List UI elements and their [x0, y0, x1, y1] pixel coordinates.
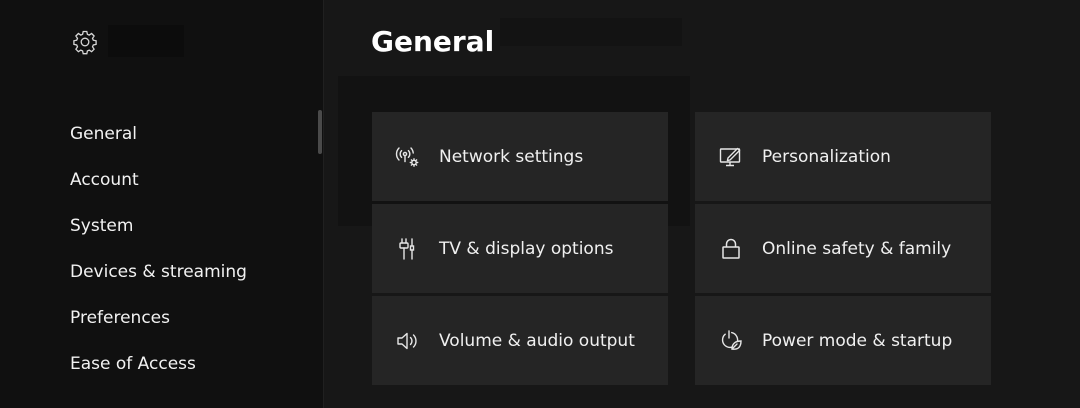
- power-leaf-icon: [717, 327, 745, 355]
- tile-volume-audio-output[interactable]: Volume & audio output: [372, 296, 668, 385]
- tile-label: Online safety & family: [762, 238, 952, 259]
- speaker-icon: [394, 327, 422, 355]
- tile-label: Personalization: [762, 146, 891, 167]
- tile-label: TV & display options: [439, 238, 614, 259]
- tile-personalization[interactable]: Personalization: [695, 112, 991, 201]
- tile-online-safety-family[interactable]: Online safety & family: [695, 204, 991, 293]
- tile-network-settings[interactable]: Network settings: [372, 112, 668, 201]
- sidebar: General Account System Devices & streami…: [0, 0, 324, 408]
- tile-label: Volume & audio output: [439, 330, 635, 351]
- lock-icon: [717, 235, 745, 263]
- tile-tv-display-options[interactable]: TV & display options: [372, 204, 668, 293]
- settings-screen: General Account System Devices & streami…: [0, 0, 1080, 408]
- personalization-icon: [717, 143, 745, 171]
- title-shadow: [500, 18, 682, 46]
- gear-icon: [72, 29, 98, 55]
- page-title: General: [371, 25, 495, 58]
- sidebar-item-general[interactable]: General: [70, 120, 137, 148]
- tile-label: Network settings: [439, 146, 584, 167]
- sidebar-item-preferences[interactable]: Preferences: [70, 304, 170, 332]
- hdmi-cable-icon: [394, 235, 422, 263]
- network-icon: [394, 143, 422, 171]
- sidebar-item-account[interactable]: Account: [70, 166, 139, 194]
- sidebar-item-devices-streaming[interactable]: Devices & streaming: [70, 258, 247, 286]
- sidebar-item-ease-of-access[interactable]: Ease of Access: [70, 350, 196, 378]
- sidebar-item-system[interactable]: System: [70, 212, 133, 240]
- tile-label: Power mode & startup: [762, 330, 953, 351]
- sidebar-scrollbar[interactable]: [318, 110, 322, 154]
- main-panel: General Network settings Personalization…: [324, 0, 1080, 408]
- gear-label-area: [108, 25, 184, 57]
- tile-power-mode-startup[interactable]: Power mode & startup: [695, 296, 991, 385]
